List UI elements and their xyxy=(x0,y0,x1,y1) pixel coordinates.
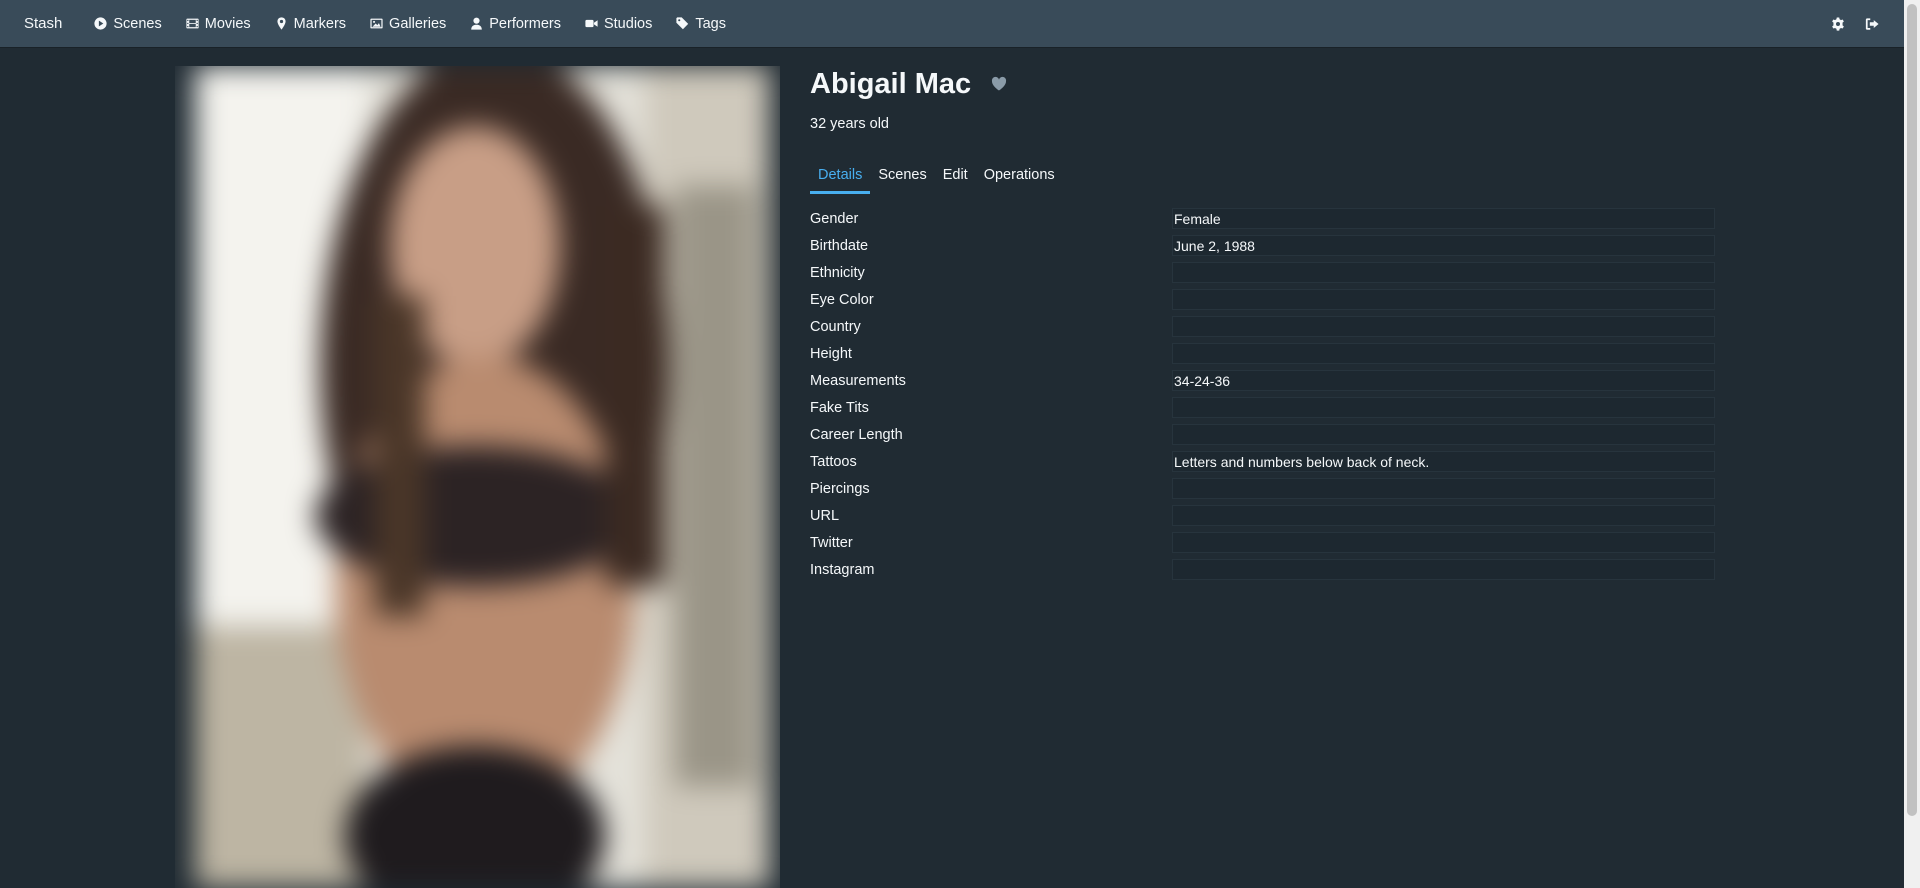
field-row-eye-color: Eye Color xyxy=(810,286,1717,313)
nav-galleries-label: Galleries xyxy=(389,15,447,32)
tab-edit[interactable]: Edit xyxy=(935,162,976,194)
field-label: Piercings xyxy=(810,480,870,497)
url-field[interactable] xyxy=(1172,505,1715,526)
country-field[interactable] xyxy=(1172,316,1715,337)
tab-details[interactable]: Details xyxy=(810,162,871,194)
height-field[interactable] xyxy=(1172,343,1715,364)
field-label: Birthdate xyxy=(810,237,869,254)
field-label: Instagram xyxy=(810,561,875,578)
performer-age: 32 years old xyxy=(810,116,889,132)
field-row-url: URL xyxy=(810,502,1717,529)
field-row-tattoos: Tattoos Letters and numbers below back o… xyxy=(810,448,1717,475)
settings-button[interactable] xyxy=(1828,14,1848,34)
field-row-twitter: Twitter xyxy=(810,529,1717,556)
field-label: Fake Tits xyxy=(810,399,869,416)
top-navbar: Stash Scenes Movies Markers Galleries Pe… xyxy=(0,0,1904,47)
field-row-birthdate: Birthdate June 2, 1988 xyxy=(810,232,1717,259)
field-row-instagram: Instagram xyxy=(810,556,1717,583)
play-circle-icon xyxy=(94,17,107,30)
logout-icon xyxy=(1865,17,1879,30)
tattoos-field[interactable]: Letters and numbers below back of neck. xyxy=(1172,451,1715,472)
performer-header: Abigail Mac xyxy=(810,66,1720,102)
field-label: Twitter xyxy=(810,534,853,551)
field-label: Measurements xyxy=(810,372,906,389)
heart-icon xyxy=(992,76,1007,91)
nav-markers[interactable]: Markers xyxy=(263,0,358,47)
performer-details: Abigail Mac 32 years old Details Scenes … xyxy=(810,66,1720,583)
birthdate-field[interactable]: June 2, 1988 xyxy=(1172,235,1715,256)
performer-name: Abigail Mac xyxy=(810,68,972,100)
tag-icon xyxy=(676,17,689,30)
field-label: URL xyxy=(810,507,840,524)
field-row-gender: Gender Female xyxy=(810,205,1717,232)
nav-movies[interactable]: Movies xyxy=(174,0,263,47)
nav-tags-label: Tags xyxy=(695,15,726,32)
field-label: Career Length xyxy=(810,426,903,443)
nav-tags[interactable]: Tags xyxy=(664,0,738,47)
tab-scenes[interactable]: Scenes xyxy=(870,162,934,194)
field-label: Height xyxy=(810,345,852,362)
video-camera-icon xyxy=(585,19,598,28)
scrollbar-thumb[interactable] xyxy=(1907,4,1917,816)
career-length-field[interactable] xyxy=(1172,424,1715,445)
eye-color-field[interactable] xyxy=(1172,289,1715,310)
user-icon xyxy=(471,17,483,30)
piercings-field[interactable] xyxy=(1172,478,1715,499)
field-row-piercings: Piercings xyxy=(810,475,1717,502)
brand-link[interactable]: Stash xyxy=(24,15,62,32)
field-row-country: Country xyxy=(810,313,1717,340)
logout-button[interactable] xyxy=(1862,14,1882,34)
field-label: Country xyxy=(810,318,861,335)
field-label: Eye Color xyxy=(810,291,874,308)
image-icon xyxy=(370,18,383,29)
settings-gear-icon xyxy=(1832,16,1844,31)
performer-image xyxy=(175,66,780,888)
nav-movies-label: Movies xyxy=(204,15,251,32)
field-label: Ethnicity xyxy=(810,264,865,281)
nav-galleries[interactable]: Galleries xyxy=(358,0,458,47)
field-row-measurements: Measurements 34-24-36 xyxy=(810,367,1717,394)
ethnicity-field[interactable] xyxy=(1172,262,1715,283)
measurements-field[interactable]: 34-24-36 xyxy=(1172,370,1715,391)
page-scrollbar[interactable] xyxy=(1904,0,1920,888)
performer-image-container xyxy=(175,66,780,888)
details-table: Gender Female Birthdate June 2, 1988 Eth… xyxy=(810,205,1717,583)
nav-performers-label: Performers xyxy=(489,15,561,32)
nav-scenes-label: Scenes xyxy=(113,15,162,32)
navbar-right-actions xyxy=(1814,14,1882,34)
tab-operations[interactable]: Operations xyxy=(976,162,1063,194)
film-icon xyxy=(186,18,199,29)
nav-markers-label: Markers xyxy=(293,15,347,32)
field-row-height: Height xyxy=(810,340,1717,367)
field-label: Gender xyxy=(810,210,859,227)
field-row-fake-tits: Fake Tits xyxy=(810,394,1717,421)
nav-scenes[interactable]: Scenes xyxy=(82,0,173,47)
favorite-button[interactable] xyxy=(991,76,1007,92)
field-row-career-length: Career Length xyxy=(810,421,1717,448)
nav-studios-label: Studios xyxy=(603,15,653,32)
field-row-ethnicity: Ethnicity xyxy=(810,259,1717,286)
instagram-field[interactable] xyxy=(1172,559,1715,580)
map-marker-icon xyxy=(277,17,286,30)
nav-studios[interactable]: Studios xyxy=(573,0,664,47)
performer-tabs: Details Scenes Edit Operations xyxy=(810,162,1720,194)
field-label: Tattoos xyxy=(810,453,857,470)
twitter-field[interactable] xyxy=(1172,532,1715,553)
nav-performers[interactable]: Performers xyxy=(458,0,573,47)
fake-tits-field[interactable] xyxy=(1172,397,1715,418)
gender-field[interactable]: Female xyxy=(1172,208,1715,229)
